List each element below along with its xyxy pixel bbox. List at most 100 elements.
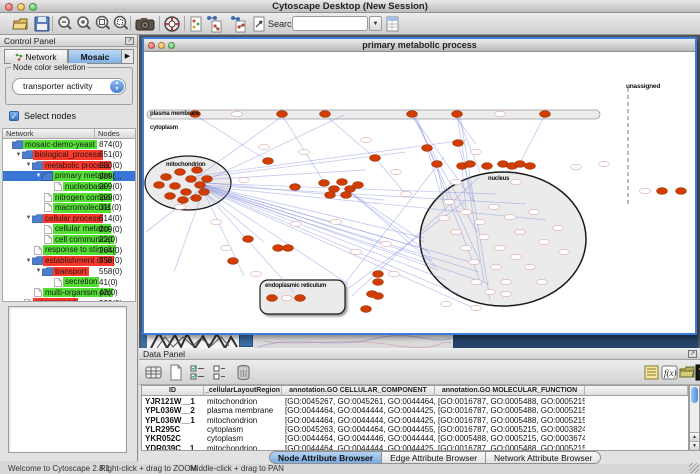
zoom-in-icon[interactable]	[75, 15, 93, 33]
network-node[interactable]	[370, 155, 381, 162]
network-node[interactable]	[243, 236, 254, 243]
network-node-unselected[interactable]	[511, 179, 522, 184]
network-node-unselected[interactable]	[291, 221, 302, 226]
network-node[interactable]	[199, 189, 210, 196]
network-node[interactable]	[273, 245, 284, 252]
table-row[interactable]: YPL036W__2plasma membrane[GO:0044464, GO…	[142, 406, 688, 415]
network-node[interactable]	[422, 145, 433, 152]
network-node[interactable]	[337, 179, 348, 186]
attribute-checklist-icon[interactable]	[189, 364, 206, 381]
search-dropdown-button[interactable]: ▼	[369, 16, 382, 31]
zoom-fit-icon[interactable]	[94, 15, 112, 33]
tree-row[interactable]: cellular metabo209(0)	[3, 224, 135, 235]
more-tabs-button[interactable]: ▶	[122, 49, 134, 64]
network-node[interactable]	[178, 197, 189, 204]
network-node[interactable]	[170, 183, 181, 190]
tab-mosaic[interactable]: Mosaic	[68, 49, 122, 64]
network-node-unselected[interactable]	[389, 271, 400, 276]
search-input[interactable]	[292, 16, 368, 31]
network-node-unselected[interactable]	[401, 191, 412, 196]
network-node-unselected[interactable]	[232, 111, 243, 116]
network-node[interactable]	[319, 180, 330, 187]
tree-col-network[interactable]: Network	[3, 129, 95, 138]
column-header[interactable]: annotation.GO MOLECULAR_FUNCTION	[435, 386, 585, 396]
network-node-unselected[interactable]	[495, 111, 506, 116]
network-node-unselected[interactable]	[640, 188, 651, 193]
network-node-unselected[interactable]	[439, 215, 450, 220]
tree-row[interactable]: secretion41(0)	[3, 277, 135, 288]
float-panel-icon[interactable]: ↗	[125, 37, 134, 45]
tree-row[interactable]: ▼biological_process651(0)	[3, 150, 135, 161]
network-node[interactable]	[186, 176, 197, 183]
table-row[interactable]: YJR121W__1mitochondrion[GO:0045267, GO:0…	[142, 397, 688, 406]
network-node-unselected[interactable]	[361, 137, 372, 142]
network-node-unselected[interactable]	[537, 279, 548, 284]
tree-item-label[interactable]: mosaic-demo-yeast	[23, 140, 97, 150]
network-node[interactable]	[515, 161, 526, 168]
tree-col-nodes[interactable]: Nodes	[95, 129, 135, 138]
tree-row[interactable]: cell communicat22(0)	[3, 234, 135, 245]
network-node-unselected[interactable]	[441, 301, 452, 306]
network-node-unselected[interactable]	[469, 259, 480, 264]
tree-item-label[interactable]: unassigned	[33, 298, 78, 302]
network-node[interactable]	[432, 161, 443, 168]
network-view-window[interactable]: primary metabolic process plasma membran…	[142, 37, 697, 335]
network-node[interactable]	[195, 182, 206, 189]
tab-network[interactable]: Network	[4, 49, 68, 64]
tree-expander-icon[interactable]: ▼	[35, 173, 42, 179]
network-node-unselected[interactable]	[381, 241, 392, 246]
network-node-unselected[interactable]	[461, 209, 472, 214]
table-row[interactable]: YPL036W__1mitochondrion[GO:0044464, GO:0…	[142, 416, 688, 425]
tree-row[interactable]: ▼transport558(0)	[3, 266, 135, 277]
tree-row[interactable]: ▼establishment of lo558(0)	[3, 256, 135, 267]
network-node-unselected[interactable]	[391, 169, 402, 174]
tree-row[interactable]: ▼metabolic process280(0)	[3, 160, 135, 171]
tree-expander-icon[interactable]: ▼	[25, 162, 32, 168]
open-file-icon[interactable]	[12, 15, 30, 33]
formula-icon[interactable]: f(x)	[661, 364, 678, 381]
network-node[interactable]	[295, 295, 306, 302]
tree-row[interactable]: ▼cellular process614(0)	[3, 213, 135, 224]
snapshot-icon[interactable]	[135, 15, 155, 33]
network-node[interactable]	[540, 111, 551, 118]
scrollbar-thumb[interactable]	[691, 387, 698, 403]
tree-expander-icon[interactable]: ▼	[35, 268, 42, 274]
network-node-unselected[interactable]	[282, 295, 293, 300]
network-node[interactable]	[482, 163, 493, 170]
network-node-unselected[interactable]	[299, 149, 310, 154]
tree-item-label[interactable]: secretion	[63, 277, 99, 287]
network-node[interactable]	[267, 295, 278, 302]
network-node-unselected[interactable]	[501, 279, 512, 284]
network-node[interactable]	[353, 182, 364, 189]
table-row[interactable]: YDR039C__1mitochondrion[GO:0044464, GO:0…	[142, 444, 688, 452]
network-canvas[interactable]: plasma membrane cytoplasm mitochondrion …	[144, 52, 695, 333]
network-node-unselected[interactable]	[331, 219, 342, 224]
birds-eye-view[interactable]	[8, 306, 127, 453]
network-node-unselected[interactable]	[444, 199, 455, 204]
table-row[interactable]: YKR052Ccytoplasm[GO:0044464, GO:0044446,…	[142, 434, 688, 443]
network-node-unselected[interactable]	[471, 149, 482, 154]
network-node[interactable]	[525, 163, 536, 170]
network-node-unselected[interactable]	[251, 271, 262, 276]
network-node[interactable]	[657, 188, 668, 195]
network-node[interactable]	[373, 293, 384, 300]
select-nodes-checkbox[interactable]: ✓	[9, 111, 19, 121]
tree-row[interactable]: ▼primary metabo209(...	[3, 171, 135, 182]
import-table-icon[interactable]	[385, 15, 400, 33]
network-window-titlebar[interactable]: primary metabolic process	[144, 39, 695, 52]
tree-item-label[interactable]: transport	[53, 267, 89, 277]
attribute-table[interactable]: ID_cellularLayoutRegionannotation.GO CEL…	[141, 385, 689, 451]
network-node[interactable]	[175, 169, 186, 176]
network-node-unselected[interactable]	[511, 254, 522, 259]
tree-expander-icon[interactable]: ▼	[25, 215, 32, 221]
tree-row[interactable]: nucleobase-209(0)	[3, 181, 135, 192]
network-node-unselected[interactable]	[489, 204, 500, 209]
column-header[interactable]: ID	[142, 386, 204, 396]
save-icon[interactable]	[33, 15, 51, 33]
network-node-unselected[interactable]	[515, 229, 526, 234]
network-node[interactable]	[202, 176, 213, 183]
column-header[interactable]: _cellularLayoutRegion	[204, 386, 282, 396]
network-node-unselected[interactable]	[529, 209, 540, 214]
network-node-unselected[interactable]	[495, 245, 506, 250]
network-node-unselected[interactable]	[475, 219, 486, 224]
